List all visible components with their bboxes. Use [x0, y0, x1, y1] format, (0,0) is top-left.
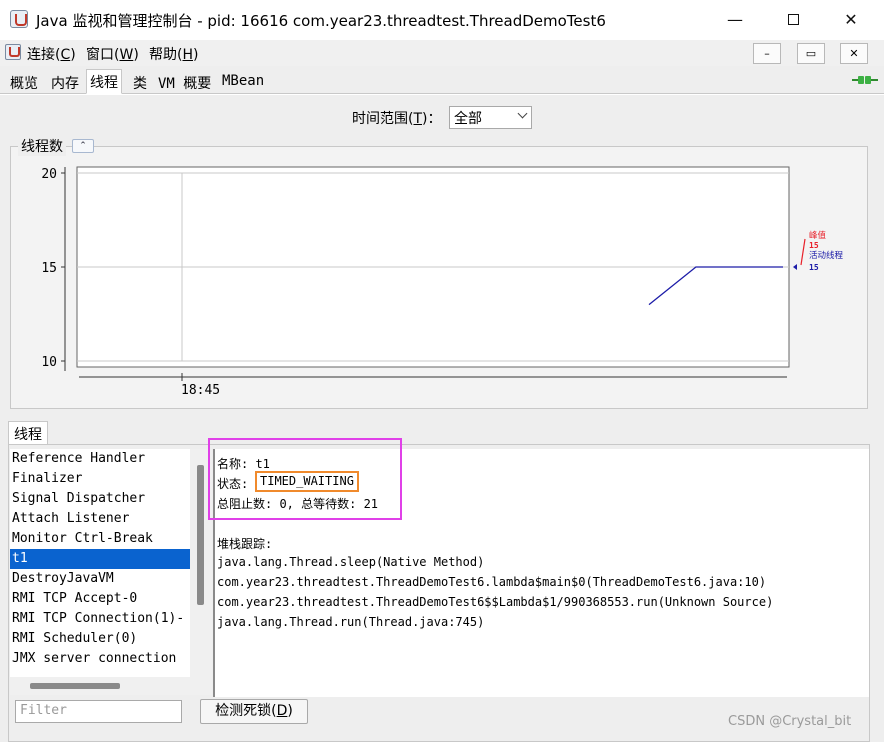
menu-connection[interactable]: 连接(C)	[27, 44, 76, 64]
stack-frame: com.year23.threadtest.ThreadDemoTest6.la…	[217, 575, 767, 589]
inner-minimize-button[interactable]: –	[753, 43, 781, 64]
maximize-button[interactable]	[770, 6, 816, 34]
thread-list-item[interactable]: t1	[10, 549, 190, 569]
vertical-scroll-thumb[interactable]	[197, 465, 204, 605]
thread-list-horizontal-scrollbar[interactable]	[10, 677, 212, 695]
thread-list-item[interactable]: Attach Listener	[10, 509, 190, 529]
tab-bar: 概览 内存 线程 类 VM 概要 MBean	[0, 66, 884, 94]
y-tick-label: 20	[41, 167, 57, 182]
stack-frame: com.year23.threadtest.ThreadDemoTest6$$L…	[217, 595, 774, 609]
horizontal-scroll-thumb[interactable]	[30, 683, 120, 689]
y-tick-label: 15	[41, 261, 57, 276]
chart-title: 线程数	[18, 136, 66, 156]
tab-overview[interactable]: 概览	[7, 71, 41, 93]
close-icon: ✕	[844, 10, 858, 29]
thread-list-item[interactable]: Monitor Ctrl-Break	[10, 529, 190, 549]
thread-count-chart: 101520 18:45 峰值15活动线程15	[41, 166, 844, 398]
legend-active-label: 活动线程	[809, 250, 844, 261]
window-title: Java 监视和管理控制台 - pid: 16616 com.year23.th…	[36, 12, 606, 30]
time-range-label: 时间范围(T)：	[352, 111, 442, 127]
inner-close-button[interactable]: ✕	[840, 43, 868, 64]
x-tick-label: 18:45	[181, 383, 220, 398]
thread-list-item[interactable]: RMI TCP Accept-0	[10, 589, 190, 609]
stack-trace-title: 堆栈跟踪:	[217, 537, 273, 551]
time-range-value: 全部	[454, 111, 482, 127]
menu-window[interactable]: 窗口(W)	[86, 44, 139, 64]
filter-input[interactable]: Filter	[15, 700, 182, 723]
peak-marker	[800, 238, 806, 266]
tab-threads[interactable]: 线程	[86, 69, 122, 94]
watermark: CSDN @Crystal_bit	[728, 714, 852, 729]
detect-deadlock-button[interactable]: 检测死锁(D)	[200, 699, 308, 724]
legend-active-value: 15	[809, 263, 819, 272]
legend-peak-value: 15	[809, 241, 819, 250]
threads-content: 时间范围(T)： 全部 10 15 20 18:45 峰值 15 活动线程 15 线程数 …	[0, 95, 884, 742]
connection-status-icon	[852, 76, 878, 84]
collapse-chart-button[interactable]: ⌃	[72, 139, 94, 153]
active-marker	[793, 264, 797, 270]
java-menu-icon[interactable]	[5, 44, 21, 60]
time-range-select[interactable]: 全部	[449, 106, 532, 129]
stack-frame: java.lang.Thread.run(Thread.java:745)	[217, 615, 485, 629]
chevron-up-icon: ⌃	[79, 141, 87, 151]
tab-memory[interactable]: 内存	[48, 71, 82, 93]
thread-list-item[interactable]: RMI TCP Connection(1)-	[10, 609, 190, 629]
inner-restore-button[interactable]: ▭	[797, 43, 825, 64]
tab-classes[interactable]: 类	[130, 71, 150, 93]
thread-list-item[interactable]: JMX server connection	[10, 649, 190, 669]
thread-list-item[interactable]: DestroyJavaVM	[10, 569, 190, 589]
minimize-button[interactable]: —	[712, 6, 758, 34]
tab-vm-summary[interactable]: VM 概要	[155, 71, 214, 93]
annotation-highlight-box	[208, 438, 402, 520]
chevron-down-icon	[517, 108, 528, 119]
tab-mbean[interactable]: MBean	[219, 71, 267, 93]
legend-peak-label: 峰值	[809, 230, 827, 241]
tab-thread-list[interactable]: 线程	[8, 421, 48, 445]
thread-list[interactable]: Reference Handler Finalizer Signal Dispatc…	[10, 449, 190, 677]
thread-list-item[interactable]: Finalizer	[10, 469, 190, 489]
thread-list-item[interactable]: RMI Scheduler(0)	[10, 629, 190, 649]
minimize-icon: —	[727, 10, 743, 29]
menu-bar: 连接(C) 窗口(W) 帮助(H) – ▭ ✕	[0, 40, 884, 66]
menu-help[interactable]: 帮助(H)	[149, 44, 198, 64]
threads-panel: Reference Handler Finalizer Signal Dispatc…	[8, 444, 870, 742]
java-app-icon	[10, 10, 28, 28]
stack-frame: java.lang.Thread.sleep(Native Method)	[217, 555, 485, 569]
maximize-icon	[787, 13, 799, 25]
thread-list-item[interactable]: Reference Handler	[10, 449, 190, 469]
thread-count-chart-panel: 10 15 20 18:45 峰值 15 活动线程 15	[10, 146, 868, 409]
y-tick-label: 10	[41, 355, 57, 370]
thread-list-item[interactable]: Signal Dispatcher	[10, 489, 190, 509]
title-bar: Java 监视和管理控制台 - pid: 16616 com.year23.th…	[0, 0, 884, 40]
close-button[interactable]: ✕	[828, 6, 874, 34]
